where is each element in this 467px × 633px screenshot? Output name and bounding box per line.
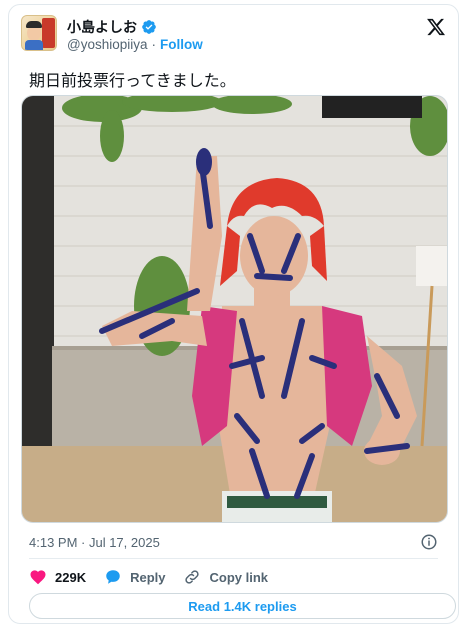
handle-separator: · xyxy=(151,37,157,52)
author-handle-row: @yoshiopiiya · Follow xyxy=(67,37,203,52)
like-button[interactable]: 229K xyxy=(29,568,86,586)
author-avatar[interactable] xyxy=(21,15,57,51)
likes-count: 229K xyxy=(55,569,87,585)
copy-link-button[interactable]: Copy link xyxy=(183,568,268,586)
tweet-card: 小島よしお @yoshiopiiya · Follow 期日前投票行ってきました… xyxy=(8,4,459,624)
heart-icon xyxy=(30,570,46,585)
link-icon xyxy=(185,570,200,584)
reply-bubble-icon xyxy=(106,570,120,584)
tweet-actions: 229K Reply Copy link xyxy=(29,567,286,587)
follow-button[interactable]: Follow xyxy=(160,37,203,52)
tweet-photo[interactable] xyxy=(21,95,448,523)
copy-link-label: Copy link xyxy=(209,569,268,585)
reply-button[interactable]: Reply xyxy=(104,568,165,586)
read-replies-button[interactable]: Read 1.4K replies xyxy=(29,593,456,619)
author-display-name[interactable]: 小島よしお xyxy=(67,17,137,37)
tweet-text: 期日前投票行ってきました。 xyxy=(29,73,236,90)
photo-image xyxy=(22,96,447,522)
author-handle[interactable]: @yoshiopiiya xyxy=(67,37,148,52)
tweet-timestamp[interactable]: 4:13 PM · Jul 17, 2025 xyxy=(29,535,160,550)
verified-badge-icon xyxy=(142,20,156,34)
tweet-header: 小島よしお @yoshiopiiya · Follow xyxy=(21,15,446,55)
divider xyxy=(29,558,438,559)
info-icon[interactable] xyxy=(420,533,438,551)
x-logo-icon[interactable] xyxy=(426,17,446,37)
reply-label: Reply xyxy=(130,569,166,585)
author-name-row: 小島よしお xyxy=(67,17,157,37)
